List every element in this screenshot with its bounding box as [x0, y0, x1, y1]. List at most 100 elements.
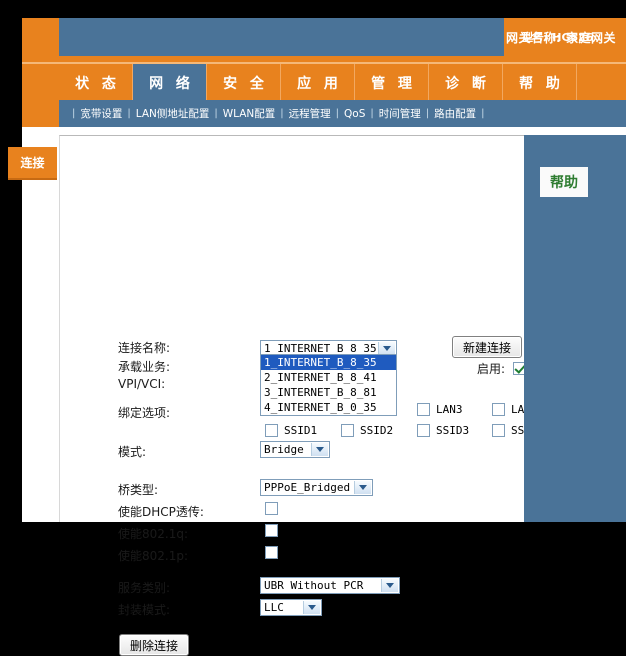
nav-item-0[interactable]: 状 态 [59, 64, 133, 102]
ssid1-label: SSID1 [284, 424, 318, 437]
dhcp-relay-row: 使能DHCP透传: [118, 503, 204, 520]
dot1q-checkbox-group [265, 524, 278, 537]
help-button[interactable]: 帮助 [540, 167, 588, 197]
connection-name-option-list[interactable]: 1_INTERNET_B_8_35 2_INTERNET_B_8_41 3_INTE… [260, 354, 397, 416]
new-connection-button[interactable]: 新建连接 [452, 336, 523, 358]
sub-nav-item-3[interactable]: 远程管理 [289, 106, 331, 121]
model-value: HG526 [552, 31, 594, 44]
dhcp-relay-label: 使能DHCP透传: [118, 505, 204, 519]
encapsulation-row: 封装模式: [118, 601, 170, 618]
nav-item-label: 帮 助 [519, 76, 564, 92]
content-card: 连接名称: 承载业务: VPI/VCI: 绑定选项: 模式: 桥类型: 使能DH… [59, 135, 544, 656]
page-header: 网关名称: 家庭网关 型号: HG526 [22, 18, 626, 62]
lan3-checkbox[interactable] [417, 403, 430, 416]
nav-item-label: 状 态 [75, 76, 120, 92]
chevron-down-icon [303, 601, 320, 614]
dhcp-relay-checkbox-group [265, 502, 278, 515]
delete-connection-row: 删除连接 [119, 634, 190, 656]
chevron-down-icon [311, 443, 328, 456]
lan3-label: LAN3 [436, 403, 463, 416]
connection-name-option-2[interactable]: 3_INTERNET_B_8_81 [261, 385, 396, 400]
dot1p-checkbox-group [265, 546, 278, 559]
nav-item-label: 网 络 [149, 76, 194, 92]
ssid1-checkbox-group: SSID1 [265, 424, 317, 437]
sub-nav-item-2[interactable]: WLAN配置 [223, 106, 276, 121]
nav-item-label: 诊 断 [445, 76, 490, 92]
ssid2-checkbox-group: SSID2 [341, 424, 393, 437]
nav-item-2[interactable]: 安 全 [207, 64, 281, 102]
header-blue-band [59, 18, 504, 56]
nav-item-5[interactable]: 诊 断 [429, 64, 503, 102]
sub-nav-separator: | [425, 108, 430, 119]
sub-nav-item-0[interactable]: 宽带设置 [80, 106, 122, 121]
chevron-down-icon [381, 579, 398, 592]
dot1q-checkbox[interactable] [265, 524, 278, 537]
connection-name-select-wrap: 1_INTERNET_B_8_35 1_INTERNET_B_8_35 2_INT… [260, 337, 397, 416]
bridge-type-selected-value: PPPoE_Bridged [264, 481, 351, 494]
ssid3-checkbox-group: SSID3 [417, 424, 469, 437]
service-category-label: 服务类别: [118, 581, 171, 595]
dhcp-relay-checkbox[interactable] [265, 502, 278, 515]
connection-name-option-1[interactable]: 2_INTERNET_B_8_41 [261, 370, 396, 385]
dot1p-label: 使能802.1p: [118, 549, 189, 563]
new-connection-row: 新建连接 [452, 336, 523, 358]
encapsulation-selected-value: LLC [264, 601, 284, 614]
main-nav-list: 状 态 网 络 安 全 应 用管 理诊 断 帮 助 [59, 64, 610, 102]
bind-options-row: 绑定选项: [118, 404, 170, 421]
connection-name-option-3[interactable]: 4_INTERNET_B_0_35 [261, 400, 396, 415]
encapsulation-select[interactable]: LLC [260, 599, 322, 616]
sub-nav-separator: | [72, 108, 76, 119]
model-label: 型号: [522, 31, 549, 44]
nav-item-4[interactable]: 管 理 [355, 64, 429, 102]
router-admin-page: 网关名称: 家庭网关 型号: HG526 状 态网 络安 全应 用管 理诊 断帮… [8, 18, 626, 656]
sidebar-item-connection[interactable]: 连接 [8, 147, 57, 180]
ssid3-checkbox[interactable] [417, 424, 430, 437]
bridge-type-select-row: PPPoE_Bridged [260, 479, 373, 496]
mode-select-row: Bridge [260, 441, 330, 458]
chevron-down-icon [354, 481, 371, 494]
encapsulation-select-row: LLC [260, 599, 322, 616]
sub-nav-item-5[interactable]: 时间管理 [379, 106, 421, 121]
dot1q-row: 使能802.1q: [118, 525, 188, 542]
delete-connection-button[interactable]: 删除连接 [119, 634, 190, 656]
service-category-row: 服务类别: [118, 579, 170, 596]
ssid4-checkbox[interactable] [492, 424, 505, 437]
mode-select[interactable]: Bridge [260, 441, 330, 458]
lan4-checkbox[interactable] [492, 403, 505, 416]
connection-form: 连接名称: 承载业务: VPI/VCI: 绑定选项: 模式: 桥类型: 使能DH… [60, 136, 544, 656]
sub-navigation: | 宽带设置 | LAN侧地址配置 | WLAN配置 | 远程管理 | QoS | 时间管理 | 路由配置… [22, 100, 626, 127]
bearer-service-row: 承载业务: [118, 358, 170, 375]
dot1p-checkbox[interactable] [265, 546, 278, 559]
main-navigation: 状 态 网 络 安 全 应 用管 理诊 断 帮 助 [22, 62, 626, 102]
nav-item-1[interactable]: 网 络 [133, 64, 207, 102]
ssid3-label: SSID3 [436, 424, 470, 437]
nav-item-label: 安 全 [223, 76, 268, 92]
connection-name-option-0[interactable]: 1_INTERNET_B_8_35 [261, 355, 396, 370]
page-body: 连接 连接名称: 承载业务: VPI/VCI: 绑定选项: 模式: 桥类型: 使… [8, 127, 626, 656]
nav-item-6[interactable]: 帮 助 [503, 64, 577, 102]
help-label: 帮助 [550, 175, 578, 191]
service-category-selected-value: UBR Without PCR [264, 579, 364, 592]
mode-label: 模式: [118, 445, 147, 459]
sub-nav-separator: | [280, 108, 284, 119]
sub-nav-separator: | [214, 108, 218, 119]
left-rail: 连接 [8, 127, 59, 522]
sub-nav-separator: | [370, 108, 374, 119]
sub-nav-item-4[interactable]: QoS [344, 108, 365, 120]
ssid1-checkbox[interactable] [265, 424, 278, 437]
sub-nav-item-6[interactable]: 路由配置 [434, 106, 476, 121]
vpi-vci-label: VPI/VCI: [118, 377, 166, 391]
bridge-type-select[interactable]: PPPoE_Bridged [260, 479, 373, 496]
sub-nav-separator: | [335, 108, 340, 119]
mode-selected-value: Bridge [264, 443, 304, 456]
encapsulation-label: 封装模式: [118, 603, 171, 617]
enable-label: 启用: [477, 362, 506, 376]
sidebar-item-label: 连接 [20, 156, 45, 170]
ssid2-checkbox[interactable] [341, 424, 354, 437]
service-category-select[interactable]: UBR Without PCR [260, 577, 400, 594]
sub-nav-list: | 宽带设置 | LAN侧地址配置 | WLAN配置 | 远程管理 | QoS | 时间管理 | 路由配置… [59, 100, 626, 127]
nav-item-label: 应 用 [297, 76, 342, 92]
nav-item-3[interactable]: 应 用 [281, 64, 355, 102]
dot1p-row: 使能802.1p: [118, 547, 188, 564]
sub-nav-item-1[interactable]: LAN侧地址配置 [136, 106, 210, 121]
